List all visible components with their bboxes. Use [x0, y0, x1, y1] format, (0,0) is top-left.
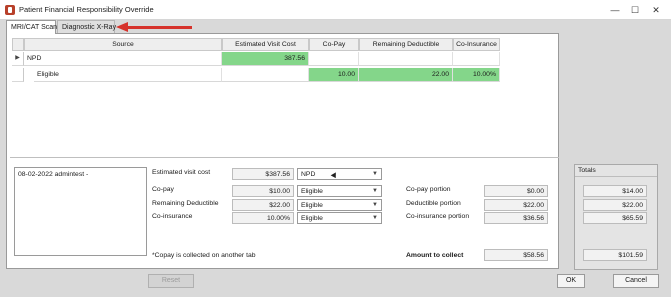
est-visit-cost-source-select[interactable]: NPD ▼ [297, 168, 382, 180]
copay-source-select[interactable]: Eligible ▼ [297, 185, 382, 197]
deductible-portion-label: Deductible portion [406, 200, 461, 207]
copay-total: $14.00 [583, 185, 647, 197]
app-icon [5, 5, 15, 15]
row-indicator-icon [12, 68, 24, 82]
maximize-button[interactable]: ☐ [626, 3, 644, 17]
cell-visit-cost[interactable] [222, 68, 309, 82]
annotation-arrow-head [116, 22, 128, 32]
est-visit-cost-value: $387.56 [232, 168, 294, 180]
cancel-button[interactable]: Cancel [613, 274, 659, 288]
minimize-button[interactable]: — [606, 3, 624, 17]
col-header-deductible[interactable]: Remaining Deductible [359, 38, 453, 51]
coinsurance-portion-value: $36.56 [484, 212, 548, 224]
cell-deductible[interactable]: 22.00 [359, 68, 453, 82]
deductible-total: $22.00 [583, 199, 647, 211]
tab-mri-cat-scan[interactable]: MRI/CAT Scan [6, 20, 57, 34]
col-header-source[interactable]: Source [24, 38, 222, 51]
notes-textarea[interactable]: 08-02-2022 admintest - [14, 167, 147, 256]
chevron-down-icon: ▼ [372, 215, 378, 221]
window-title: Patient Financial Responsibility Overrid… [19, 5, 154, 14]
copay-note: *Copay is collected on another tab [152, 252, 256, 259]
coinsurance-source-select[interactable]: Eligible ▼ [297, 212, 382, 224]
amount-to-collect-value: $58.56 [484, 249, 548, 261]
cell-visit-cost[interactable]: 387.56 [222, 52, 309, 66]
col-header-copay[interactable]: Co-Pay [309, 38, 359, 51]
copay-value: $10.00 [232, 185, 294, 197]
copay-portion-value: $0.00 [484, 185, 548, 197]
grand-total: $101.59 [583, 249, 647, 261]
coinsurance-source-value: Eligible [301, 215, 323, 222]
cell-source[interactable]: NPD [24, 52, 222, 66]
est-visit-cost-source-value: NPD [301, 171, 316, 178]
est-visit-cost-label: Estimated visit cost [152, 169, 211, 176]
amount-to-collect-label: Amount to collect [406, 252, 464, 259]
coinsurance-total: $65.59 [583, 212, 647, 224]
row-indicator-icon: ▶ [12, 52, 24, 66]
totals-header: Totals [575, 165, 657, 177]
coinsurance-label: Co-insurance [152, 213, 193, 220]
copay-source-value: Eligible [301, 188, 323, 195]
close-button[interactable]: ✕ [647, 3, 665, 17]
cell-copay[interactable]: 10.00 [309, 68, 359, 82]
cell-deductible[interactable] [359, 52, 453, 66]
responsibility-grid: Source Estimated Visit Cost Co-Pay Remai… [12, 38, 500, 82]
chevron-down-icon: ▼ [372, 188, 378, 194]
deductible-label: Remaining Deductible [152, 200, 219, 207]
cell-source[interactable]: Eligible [34, 68, 222, 82]
col-header-visit-cost[interactable]: Estimated Visit Cost [222, 38, 309, 51]
table-row[interactable]: Eligible 10.00 22.00 10.00% [12, 68, 500, 82]
coinsurance-value: 10.00% [232, 212, 294, 224]
reset-button[interactable]: Reset [148, 274, 194, 288]
coinsurance-portion-label: Co-insurance portion [406, 213, 470, 220]
cell-coinsurance[interactable] [453, 52, 500, 66]
chevron-down-icon: ▼ [372, 202, 378, 208]
col-header-coinsurance[interactable]: Co-Insurance [453, 38, 500, 51]
table-row[interactable]: ▶ NPD 387.56 [12, 52, 500, 66]
grid-corner [12, 38, 24, 51]
tab-diagnostic-x-ray[interactable]: Diagnostic X-Ray [57, 20, 116, 34]
deductible-value: $22.00 [232, 199, 294, 211]
annotation-arrow-shaft [126, 26, 192, 29]
ok-button[interactable]: OK [557, 274, 585, 288]
deductible-source-select[interactable]: Eligible ▼ [297, 199, 382, 211]
copay-label: Co-pay [152, 186, 174, 193]
copay-portion-label: Co-pay portion [406, 186, 451, 193]
cell-coinsurance[interactable]: 10.00% [453, 68, 500, 82]
cell-copay[interactable] [309, 52, 359, 66]
deductible-source-value: Eligible [301, 202, 323, 209]
deductible-portion-value: $22.00 [484, 199, 548, 211]
section-divider [10, 157, 559, 158]
chevron-down-icon: ▼ [372, 171, 378, 177]
